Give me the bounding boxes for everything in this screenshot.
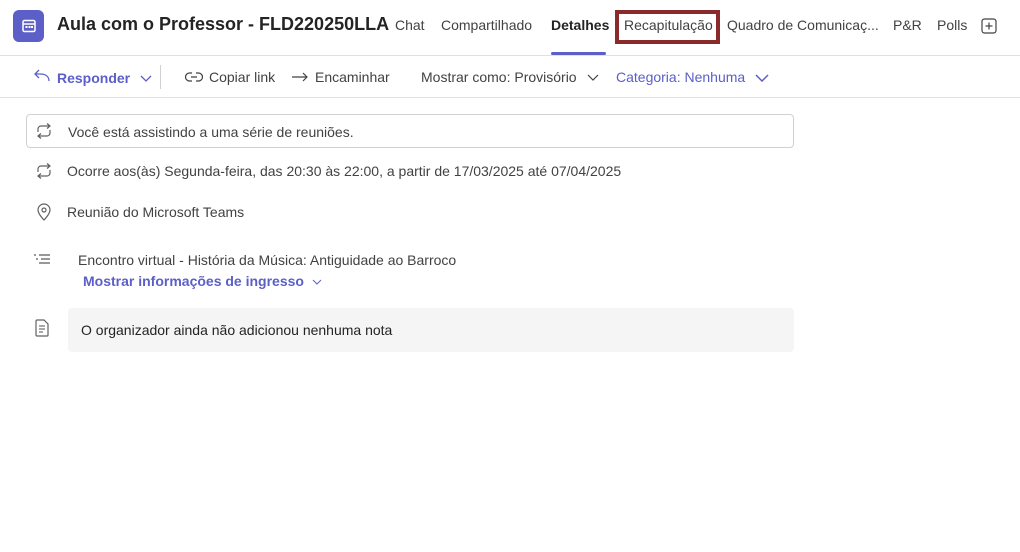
notes-icon <box>34 319 52 337</box>
tab-shared[interactable]: Compartilhado <box>441 17 532 33</box>
link-icon <box>184 69 204 85</box>
copy-link-button[interactable]: Copiar link <box>184 69 276 85</box>
chevron-down-icon <box>755 69 769 85</box>
category-dropdown[interactable]: Categoria: Nenhuma <box>616 69 769 85</box>
list-icon <box>33 253 51 271</box>
active-tab-indicator <box>551 52 606 55</box>
forward-button[interactable]: Encaminhar <box>291 69 390 85</box>
repeat-icon <box>35 123 53 141</box>
meeting-header: Aula com o Professor - FLD220250LLA Chat… <box>0 0 1020 56</box>
show-as-dropdown[interactable]: Mostrar como: Provisório <box>421 69 599 85</box>
tab-chat[interactable]: Chat <box>395 17 425 33</box>
tab-qa[interactable]: P&R <box>893 17 922 33</box>
meeting-toolbar: Responder Copiar link Encaminhar Mostrar… <box>0 57 1020 98</box>
copy-link-label: Copiar link <box>209 69 276 85</box>
series-notice-text: Você está assistindo a uma série de reun… <box>68 124 354 140</box>
reply-label: Responder <box>57 69 131 86</box>
add-tab-icon[interactable] <box>981 18 997 34</box>
tab-polls[interactable]: Polls <box>937 17 967 33</box>
tab-details[interactable]: Detalhes <box>551 17 609 33</box>
reply-button[interactable]: Responder <box>33 69 152 86</box>
category-label: Categoria: Nenhuma <box>616 69 746 85</box>
recap-tab-highlight <box>615 10 720 44</box>
chevron-down-icon <box>312 273 322 289</box>
description-text: Encontro virtual - História da Música: A… <box>78 252 457 268</box>
forward-icon <box>291 69 309 85</box>
show-as-label: Mostrar como: Provisório <box>421 69 577 85</box>
chevron-down-icon <box>587 69 599 85</box>
show-join-info-link[interactable]: Mostrar informações de ingresso <box>83 273 322 289</box>
meeting-title: Aula com o Professor - FLD220250LLA <box>57 14 390 34</box>
notes-box: O organizador ainda não adicionou nenhum… <box>68 308 794 352</box>
notes-text: O organizador ainda não adicionou nenhum… <box>81 322 393 338</box>
forward-label: Encaminhar <box>315 69 390 85</box>
location-text: Reunião do Microsoft Teams <box>67 204 245 220</box>
show-join-info-label: Mostrar informações de ingresso <box>83 273 304 289</box>
series-notice-box: Você está assistindo a uma série de reun… <box>26 114 794 148</box>
chevron-down-icon <box>140 70 152 86</box>
recurrence-text: Ocorre aos(às) Segunda-feira, das 20:30 … <box>67 163 622 179</box>
reply-icon <box>33 69 51 86</box>
location-pin-icon <box>36 203 54 221</box>
tab-communication-board[interactable]: Quadro de Comunicaç... <box>727 17 879 33</box>
calendar-icon <box>13 10 44 42</box>
repeat-icon <box>35 163 53 181</box>
toolbar-divider <box>160 65 161 89</box>
